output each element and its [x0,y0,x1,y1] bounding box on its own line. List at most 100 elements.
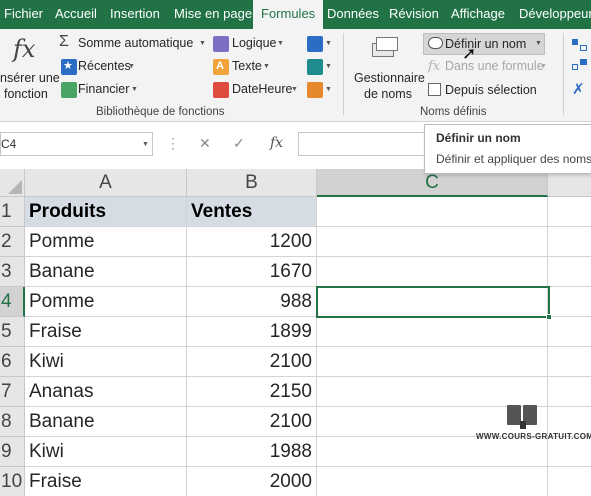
insert-function-fx-button[interactable]: fx [270,135,283,151]
select-all-corner[interactable] [0,169,25,197]
chevron-down-icon: ▼ [291,86,298,93]
cancel-entry-button[interactable]: ✕ [199,135,211,152]
trace-dependents-icon[interactable] [572,59,588,75]
ribbon-tab-bar: Fichier Accueil Insertion Mise en page F… [0,0,591,29]
cell-b8[interactable]: 2100 [187,407,317,437]
tab-mise-en-page[interactable]: Mise en page [174,0,252,29]
cell-d4[interactable] [548,287,591,317]
recent-label: Récentes [78,59,131,73]
tooltip-description: Définir et appliquer des noms [436,152,591,166]
chevron-down-icon: ▼ [325,86,332,93]
row-header-10[interactable]: 10 [0,467,25,496]
tab-revision[interactable]: Révision [389,0,439,29]
autosum-label: Somme automatique [78,36,194,50]
name-box[interactable]: C4 ▼ [0,132,153,156]
tab-fichier[interactable]: Fichier [4,0,43,29]
financial-icon [61,82,77,98]
cell-a2[interactable]: Pomme [25,227,187,257]
cell-c10[interactable] [317,467,548,496]
cell-c6[interactable] [317,347,548,377]
lookup-icon [307,36,323,52]
cell-d6[interactable] [548,347,591,377]
cell-c1[interactable] [317,197,548,227]
cell-b10[interactable]: 2000 [187,467,317,496]
star-icon: ★ [61,59,77,75]
cell-b4[interactable]: 988 [187,287,317,317]
sigma-icon: Σ [59,33,69,50]
cell-c5[interactable] [317,317,548,347]
chevron-down-icon: ▼ [535,40,542,47]
tab-accueil[interactable]: Accueil [55,0,97,29]
cell-d3[interactable] [548,257,591,287]
row-header-1[interactable]: 1 [0,197,25,227]
cell-c2[interactable] [317,227,548,257]
create-from-selection-label: Depuis sélection [445,83,537,97]
cell-b3[interactable]: 1670 [187,257,317,287]
math-icon [307,59,323,75]
cell-d5[interactable] [548,317,591,347]
cell-a4[interactable]: Pomme [25,287,187,317]
cell-b9[interactable]: 1988 [187,437,317,467]
insert-function-label: nsérer une [0,71,60,85]
cell-c3[interactable] [317,257,548,287]
trace-precedents-icon[interactable] [572,36,588,52]
cell-b2[interactable]: 1200 [187,227,317,257]
cell-a3[interactable]: Banane [25,257,187,287]
cell-a6[interactable]: Kiwi [25,347,187,377]
financial-label: Financier [78,82,130,96]
chevron-down-icon: ▼ [128,63,135,70]
chevron-down-icon: ▼ [131,86,138,93]
watermark-text: WWW.COURS-GRATUIT.COM [476,432,591,441]
cell-d1[interactable] [548,197,591,227]
row-header-9[interactable]: 9 [0,437,25,467]
names-group-label: Noms définis [420,106,487,118]
tab-donnees[interactable]: Données [327,0,379,29]
row-header-5[interactable]: 5 [0,317,25,347]
cell-a5[interactable]: Fraise [25,317,187,347]
define-name-button[interactable]: Définir un nom ▼ ➚ [423,33,545,63]
row-header-7[interactable]: 7 [0,377,25,407]
cell-d2[interactable] [548,227,591,257]
cell-b1[interactable]: Ventes [187,197,317,227]
datetime-label: DateHeure [232,82,293,96]
cell-a7[interactable]: Ananas [25,377,187,407]
tab-insertion[interactable]: Insertion [110,0,160,29]
chevron-down-icon[interactable]: ▼ [142,141,149,148]
use-in-formula-label: Dans une formule [445,59,544,73]
chevron-down-icon: ▼ [540,63,547,70]
column-header-a[interactable]: A [25,169,187,197]
watermark: WWW.COURS-GRATUIT.COM [476,400,591,444]
book-logo-icon [506,403,540,429]
more-dots-icon: ⋮ [166,135,180,151]
logical-label: Logique [232,36,277,50]
remove-arrows-icon[interactable]: ✗ [572,82,588,98]
row-header-8[interactable]: 8 [0,407,25,437]
cell-a10[interactable]: Fraise [25,467,187,496]
cell-b7[interactable]: 2150 [187,377,317,407]
tab-affichage[interactable]: Affichage [451,0,505,29]
fill-handle[interactable] [546,314,552,320]
cell-a1[interactable]: Produits [25,197,187,227]
cell-a9[interactable]: Kiwi [25,437,187,467]
tab-developpeur[interactable]: Développeur [519,0,591,29]
column-header-b[interactable]: B [187,169,317,197]
fx-icon: fx [428,59,441,74]
select-all-triangle-icon [8,180,22,194]
row-header-4[interactable]: 4 [0,287,25,317]
active-cell-selection[interactable] [316,286,550,318]
group-divider [563,33,564,115]
cell-b6[interactable]: 2100 [187,347,317,377]
row-header-2[interactable]: 2 [0,227,25,257]
row-header-6[interactable]: 6 [0,347,25,377]
clock-icon [213,82,229,98]
cell-b5[interactable]: 1899 [187,317,317,347]
text-icon: A [213,59,229,75]
confirm-entry-button[interactable]: ✓ [233,135,245,152]
tab-formules[interactable]: Formules [253,0,324,29]
cell-a8[interactable]: Banane [25,407,187,437]
tag-icon [428,37,443,49]
cell-d10[interactable] [548,467,591,496]
worksheet-grid: A B C 1 Produits Ventes 2 Pomme 1200 3 B… [0,169,591,496]
row-header-3[interactable]: 3 [0,257,25,287]
more-functions-icon [307,82,323,98]
